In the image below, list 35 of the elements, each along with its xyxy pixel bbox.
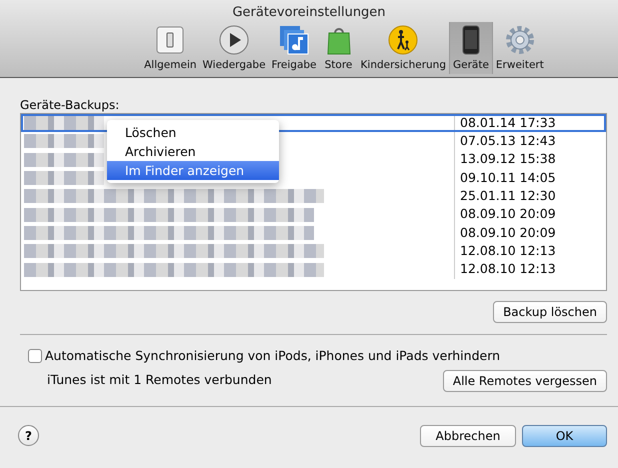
menu-item[interactable]: Archivieren [107, 142, 279, 161]
backup-date: 08.01.14 17:33 [454, 114, 606, 132]
backup-date: 12.08.10 12:13 [454, 260, 606, 279]
toolbar-tab[interactable]: Erweitert [492, 22, 547, 74]
help-button[interactable]: ? [18, 425, 39, 446]
backup-date: 08.09.10 20:09 [454, 205, 606, 224]
parent-child-icon [388, 26, 418, 54]
dialog-button[interactable]: Abbrechen [420, 424, 516, 447]
toolbar-tab[interactable]: Store [320, 22, 358, 74]
backup-date: 09.10.11 14:05 [454, 168, 606, 188]
toolbar-tab[interactable]: Wiedergabe [200, 22, 269, 74]
backup-date: 07.05.13 12:43 [454, 132, 606, 151]
backup-date: 25.01.11 12:30 [454, 187, 606, 206]
remotes-status: iTunes ist mit 1 Remotes verbunden [47, 371, 272, 390]
phone-icon [462, 26, 480, 54]
checkbox-label: Automatische Synchronisierung von iPods, iPhones und iPads verhindern [45, 347, 500, 365]
toolbar-tab[interactable]: Allgemein [141, 22, 200, 74]
section-label: Geräte-Backups: [20, 97, 120, 113]
backup-date: 13.09.12 15:38 [454, 150, 606, 169]
forget-remotes-button[interactable]: Alle Remotes vergessen [442, 370, 607, 392]
window-title: Gerätevoreinstellungen [231, 4, 387, 22]
backup-date: 12.08.10 12:13 [454, 242, 606, 260]
play-icon [220, 26, 249, 54]
switch-icon [156, 26, 184, 54]
shopping-bag-icon [327, 28, 350, 54]
music-note-icon [280, 26, 309, 54]
menu-item[interactable]: Im Finder anzeigen [107, 161, 279, 180]
delete-backup-button[interactable]: Backup löschen [493, 301, 607, 323]
gear-icon [506, 26, 534, 54]
toolbar-tab[interactable]: Geräte [448, 22, 493, 74]
checkbox[interactable] [28, 349, 42, 364]
dialog-button[interactable]: OK [522, 424, 607, 447]
toolbar-tab[interactable]: Kindersicherung [358, 22, 449, 74]
toolbar-tab[interactable]: Freigabe [268, 22, 320, 74]
backup-date: 08.09.10 20:09 [454, 224, 606, 242]
